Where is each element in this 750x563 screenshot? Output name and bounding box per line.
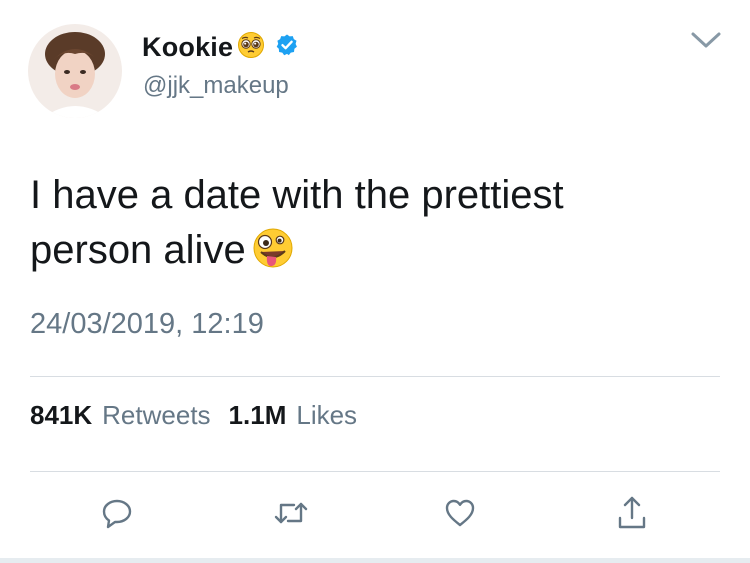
like-button[interactable] — [437, 492, 483, 538]
share-button[interactable] — [609, 492, 655, 538]
tweet-stats: 841K Retweets 1.1M Likes — [30, 400, 365, 431]
reply-icon — [100, 496, 134, 535]
avatar[interactable] — [28, 24, 122, 118]
zany-face-emoji — [252, 227, 294, 284]
tweet-timestamp[interactable]: 24/03/2019, 12:19 — [30, 308, 264, 341]
divider — [30, 376, 720, 377]
retweet-icon — [272, 496, 310, 535]
tweet-text-line-end: person alive — [30, 228, 246, 272]
display-name[interactable]: Kookie — [142, 32, 233, 63]
tweet-text-line: person alive — [30, 223, 720, 284]
bottom-border — [0, 558, 750, 563]
retweets-count[interactable]: 841K — [30, 400, 92, 431]
heart-icon — [443, 496, 477, 535]
share-icon — [615, 494, 649, 537]
likes-count[interactable]: 1.1M — [229, 400, 287, 431]
retweets-label[interactable]: Retweets — [102, 400, 210, 431]
tweet-card: Kookie @jjk_makeup I have a date with th… — [0, 0, 750, 563]
tweet-text: I have a date with the prettiest person … — [30, 168, 720, 284]
divider — [30, 471, 720, 472]
tweet-text-line: I have a date with the prettiest — [30, 173, 564, 217]
author-handle[interactable]: @jjk_makeup — [143, 72, 289, 100]
verified-badge-icon — [275, 33, 299, 62]
author-name-row[interactable]: Kookie — [142, 30, 299, 64]
likes-label[interactable]: Likes — [296, 400, 357, 431]
pleading-face-emoji — [237, 31, 265, 64]
tweet-action-bar — [0, 492, 750, 542]
retweet-button[interactable] — [268, 492, 314, 538]
chevron-down-icon[interactable] — [686, 26, 726, 54]
reply-button[interactable] — [94, 492, 140, 538]
